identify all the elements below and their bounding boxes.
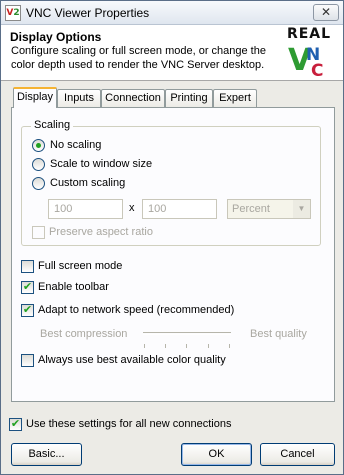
basic-button[interactable]: Basic... (11, 443, 82, 466)
tab-expert[interactable]: Expert (213, 89, 257, 107)
title-bar[interactable]: V2 VNC Viewer Properties ✕ (1, 1, 343, 25)
ok-button[interactable]: OK (181, 443, 252, 466)
svg-text:C: C (311, 61, 323, 78)
scale-unit-select[interactable]: Percent ▼ (227, 199, 311, 219)
chevron-down-icon: ▼ (293, 200, 310, 218)
slider-tick (229, 344, 230, 348)
adapt-network-checkbox[interactable]: ✔ (21, 304, 34, 317)
cancel-button[interactable]: Cancel (260, 443, 335, 466)
properties-window: V2 VNC Viewer Properties ✕ Display Optio… (0, 0, 344, 475)
header-panel: Display Options Configure scaling or ful… (1, 25, 343, 81)
tab-connection[interactable]: Connection (101, 89, 165, 107)
tab-display[interactable]: Display (13, 87, 57, 108)
no-scaling-radio[interactable] (32, 139, 45, 152)
enable-toolbar-checkbox[interactable]: ✔ (21, 281, 34, 294)
realvnc-logo: REAL V N C (283, 26, 335, 78)
scale-separator: x (129, 202, 135, 214)
slider-tick (165, 344, 166, 348)
enable-toolbar-label: Enable toolbar (38, 281, 109, 293)
use-settings-label: Use these settings for all new connectio… (26, 418, 232, 430)
vnc-logo-icon: V N C (288, 43, 323, 78)
best-color-checkbox[interactable] (21, 354, 34, 367)
use-settings-checkbox[interactable]: ✔ (9, 418, 22, 431)
quality-slider[interactable] (143, 332, 231, 335)
window-title: VNC Viewer Properties (26, 6, 150, 20)
tab-inputs[interactable]: Inputs (57, 89, 101, 107)
scale-width-input[interactable]: 100 (48, 199, 123, 219)
page-description: Configure scaling or full screen mode, o… (11, 45, 266, 71)
full-screen-checkbox[interactable] (21, 260, 34, 273)
slider-tick (186, 344, 187, 348)
no-scaling-label: No scaling (50, 139, 102, 151)
scale-to-window-label: Scale to window size (50, 158, 153, 170)
scale-to-window-radio[interactable] (32, 158, 45, 171)
scaling-group-label: Scaling (31, 119, 74, 131)
slider-left-label: Best compression (40, 328, 128, 340)
close-button[interactable]: ✕ (313, 4, 339, 21)
vnc-app-icon: V2 (5, 5, 21, 21)
tab-printing[interactable]: Printing (165, 89, 213, 107)
full-screen-label: Full screen mode (38, 260, 123, 272)
preserve-aspect-checkbox[interactable] (32, 226, 45, 239)
preserve-aspect-label: Preserve aspect ratio (49, 226, 153, 238)
scale-height-input[interactable]: 100 (142, 199, 217, 219)
slider-tick (144, 344, 145, 348)
page-title: Display Options (10, 30, 102, 44)
adapt-network-label: Adapt to network speed (recommended) (38, 304, 235, 316)
slider-right-label: Best quality (250, 328, 307, 340)
custom-scaling-label: Custom scaling (50, 177, 126, 189)
scale-unit-value: Percent (232, 203, 270, 215)
best-color-label: Always use best available color quality (38, 354, 226, 366)
slider-tick (208, 344, 209, 348)
custom-scaling-radio[interactable] (32, 177, 45, 190)
